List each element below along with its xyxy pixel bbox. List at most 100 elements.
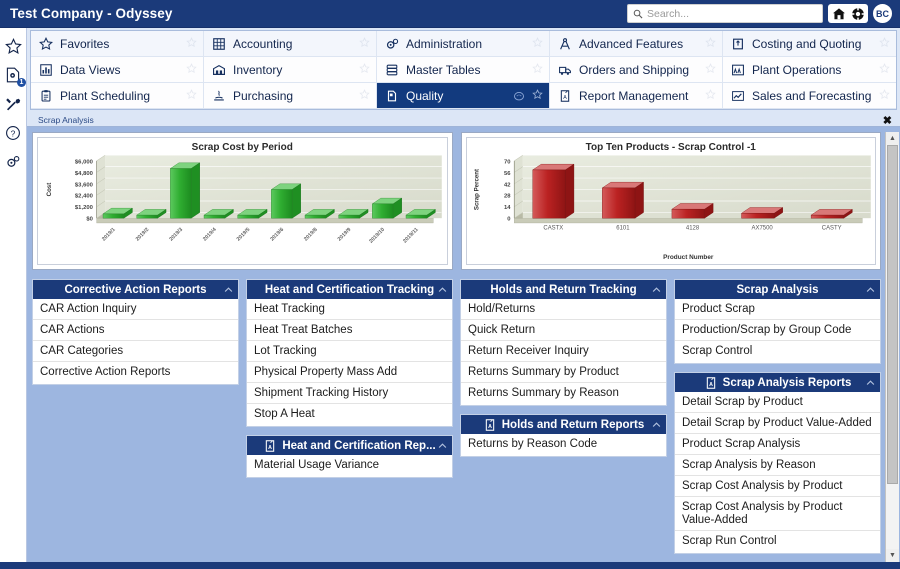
module-favorite-star[interactable]: [359, 36, 370, 51]
panel-item[interactable]: Detail Scrap by Product Value-Added: [675, 413, 880, 434]
favorite-star-icon[interactable]: [186, 88, 197, 100]
module-tile-accounting[interactable]: Accounting: [204, 31, 377, 57]
panel-item[interactable]: Product Scrap: [675, 299, 880, 320]
module-tile-data-views[interactable]: Data Views: [31, 57, 204, 83]
panel-header[interactable]: A Heat and Certification Rep...: [247, 436, 452, 455]
panel-item[interactable]: CAR Categories: [33, 341, 238, 362]
module-favorite-star[interactable]: [879, 88, 890, 103]
module-tile-plant-operations[interactable]: Plant Operations: [723, 57, 896, 83]
scroll-up-arrow[interactable]: ▲: [886, 132, 899, 145]
favorite-star-icon[interactable]: [359, 88, 370, 100]
module-favorite-star[interactable]: [705, 62, 716, 77]
chevron-up-icon[interactable]: [652, 285, 661, 294]
favorite-star-icon[interactable]: [879, 88, 890, 100]
favorite-star-icon[interactable]: [879, 36, 890, 48]
panel-item[interactable]: Returns Summary by Reason: [461, 383, 666, 403]
module-favorite-star[interactable]: [532, 36, 543, 51]
module-favorite-star[interactable]: [186, 62, 197, 77]
favorite-star-icon[interactable]: [359, 36, 370, 48]
avatar[interactable]: BC: [873, 4, 892, 23]
panel-item[interactable]: Scrap Analysis by Reason: [675, 455, 880, 476]
panel-item[interactable]: Product Scrap Analysis: [675, 434, 880, 455]
panel-item[interactable]: Material Usage Variance: [247, 455, 452, 475]
panel-header[interactable]: Scrap Analysis: [675, 280, 880, 299]
module-favorite-star[interactable]: [705, 88, 716, 103]
panel-item[interactable]: Shipment Tracking History: [247, 383, 452, 404]
module-tile-orders-and-shipping[interactable]: Orders and Shipping: [550, 57, 723, 83]
close-icon[interactable]: ✖: [883, 116, 894, 127]
panel-item[interactable]: Stop A Heat: [247, 404, 452, 424]
panel-item[interactable]: Production/Scrap by Group Code: [675, 320, 880, 341]
panel-item[interactable]: Scrap Run Control: [675, 531, 880, 551]
module-favorite-star[interactable]: [359, 88, 370, 103]
chevron-up-icon[interactable]: [224, 285, 233, 294]
vertical-scrollbar[interactable]: ▲ ▼: [885, 132, 899, 562]
search-input[interactable]: Search...: [627, 4, 823, 23]
module-tile-administration[interactable]: Administration: [377, 31, 550, 57]
favorite-star-icon[interactable]: [532, 36, 543, 48]
gears-icon[interactable]: [3, 152, 23, 172]
chevron-up-icon[interactable]: [866, 285, 875, 294]
panel-item[interactable]: Scrap Cost Analysis by Product: [675, 476, 880, 497]
favorite-star-icon[interactable]: [186, 62, 197, 74]
module-tile-plant-scheduling[interactable]: Plant Scheduling: [31, 83, 204, 109]
favorite-star-icon[interactable]: [705, 88, 716, 100]
panel-item[interactable]: CAR Action Inquiry: [33, 299, 238, 320]
module-tile-master-tables[interactable]: Master Tables: [377, 57, 550, 83]
panel-item[interactable]: Heat Treat Batches: [247, 320, 452, 341]
module-favorite-star[interactable]: [879, 62, 890, 77]
scrollbar-track[interactable]: [886, 145, 899, 549]
module-tile-report-management[interactable]: A Report Management: [550, 83, 723, 109]
module-favorite-star[interactable]: [186, 88, 197, 103]
module-tile-advanced-features[interactable]: Advanced Features: [550, 31, 723, 57]
chevron-up-icon[interactable]: [438, 285, 447, 294]
chevron-up-icon[interactable]: [438, 441, 447, 450]
module-tile-sales-and-forecasting[interactable]: Sales and Forecasting: [723, 83, 896, 109]
module-favorite-star[interactable]: [879, 36, 890, 51]
module-tile-quality[interactable]: Quality: [377, 83, 550, 109]
panel-header[interactable]: A Holds and Return Reports: [461, 415, 666, 434]
panel-item[interactable]: Detail Scrap by Product: [675, 392, 880, 413]
module-favorite-star[interactable]: [532, 62, 543, 77]
module-favorite-star[interactable]: [705, 36, 716, 51]
module-tile-purchasing[interactable]: Purchasing: [204, 83, 377, 109]
panel-item[interactable]: Returns Summary by Product: [461, 362, 666, 383]
panel-header[interactable]: Holds and Return Tracking: [461, 280, 666, 299]
panel-item[interactable]: Physical Property Mass Add: [247, 362, 452, 383]
panel-item[interactable]: Corrective Action Reports: [33, 362, 238, 382]
panel-item[interactable]: Scrap Cost Analysis by Product Value-Add…: [675, 497, 880, 531]
panel-header[interactable]: Corrective Action Reports: [33, 280, 238, 299]
favorite-star-icon[interactable]: [359, 62, 370, 74]
module-favorite-star[interactable]: [359, 62, 370, 77]
module-tile-inventory[interactable]: Inventory: [204, 57, 377, 83]
module-tile-costing-and-quoting[interactable]: Costing and Quoting: [723, 31, 896, 57]
favorite-star-icon[interactable]: [532, 62, 543, 74]
panel-item[interactable]: Quick Return: [461, 320, 666, 341]
favorite-star-icon[interactable]: [705, 36, 716, 48]
panel-item[interactable]: Heat Tracking: [247, 299, 452, 320]
module-tile-favorites[interactable]: Favorites: [31, 31, 204, 57]
favorite-star-icon[interactable]: [186, 36, 197, 48]
panel-item[interactable]: Lot Tracking: [247, 341, 452, 362]
tab-scrap-analysis[interactable]: Scrap Analysis: [33, 115, 99, 126]
favorite-star-icon[interactable]: [705, 62, 716, 74]
favorite-star-icon[interactable]: [532, 88, 543, 100]
scroll-down-arrow[interactable]: ▼: [886, 549, 899, 562]
home-icon[interactable]: [829, 4, 848, 23]
star-icon[interactable]: [3, 36, 23, 56]
panel-item[interactable]: Return Receiver Inquiry: [461, 341, 666, 362]
panel-item[interactable]: Scrap Control: [675, 341, 880, 361]
panel-item[interactable]: Returns by Reason Code: [461, 434, 666, 454]
help-icon[interactable]: ?: [3, 123, 23, 143]
document-gear-icon[interactable]: 1: [3, 65, 26, 87]
module-favorite-star[interactable]: [532, 88, 543, 103]
panel-item[interactable]: Hold/Returns: [461, 299, 666, 320]
chevron-up-icon[interactable]: [866, 378, 875, 387]
scrollbar-thumb[interactable]: [887, 145, 898, 485]
panel-item[interactable]: CAR Actions: [33, 320, 238, 341]
lifebuoy-icon[interactable]: [848, 4, 867, 23]
chevron-up-icon[interactable]: [652, 420, 661, 429]
module-favorite-star[interactable]: [186, 36, 197, 51]
tools-icon[interactable]: [3, 94, 23, 114]
panel-header[interactable]: Heat and Certification Tracking: [247, 280, 452, 299]
